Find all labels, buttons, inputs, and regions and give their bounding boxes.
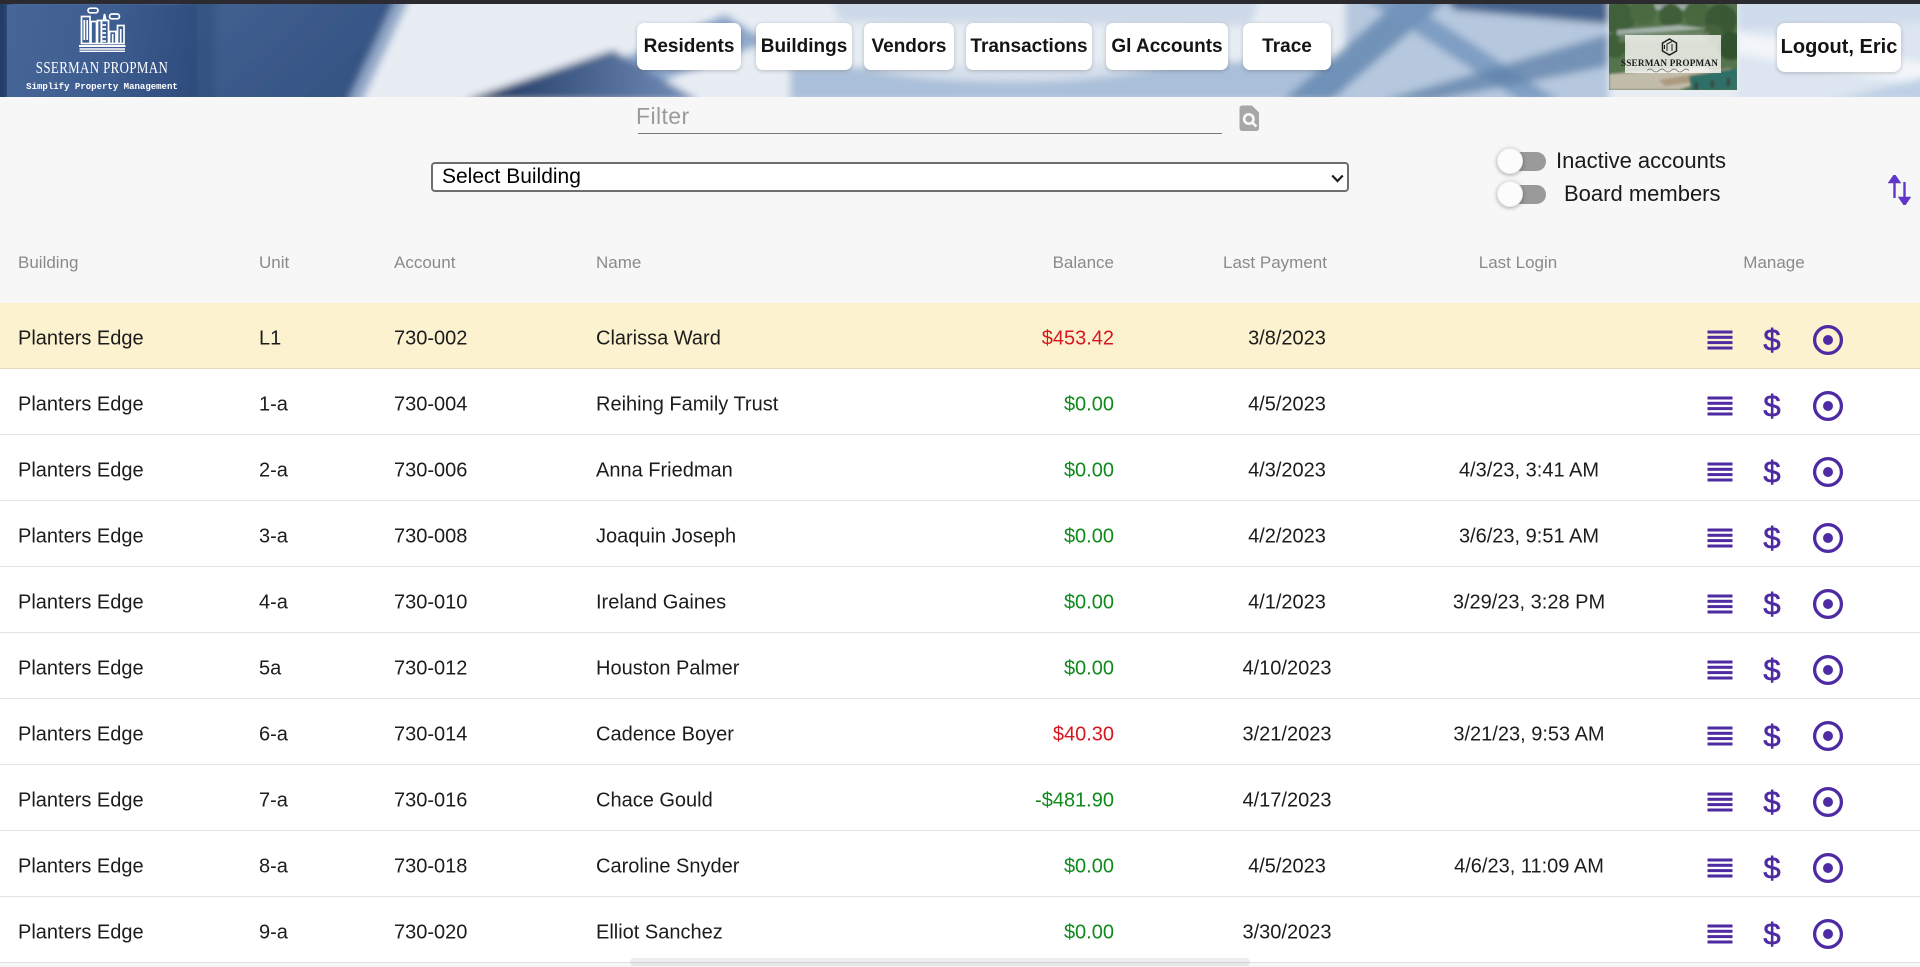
svg-text:SSERMAN PROPMAN: SSERMAN PROPMAN	[1621, 58, 1718, 68]
